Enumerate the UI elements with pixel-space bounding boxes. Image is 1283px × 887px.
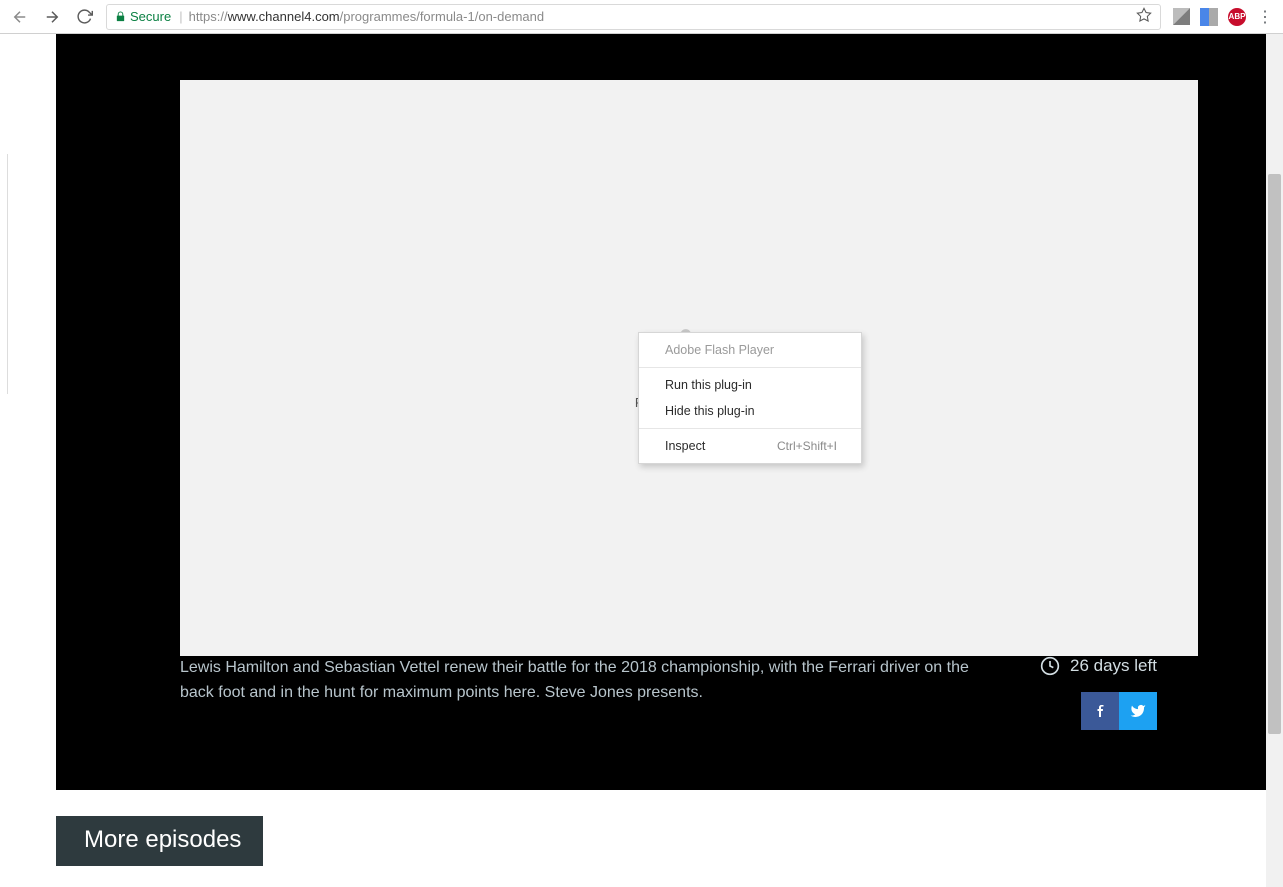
scrollbar-thumb[interactable] xyxy=(1268,174,1281,734)
social-buttons xyxy=(1081,692,1157,730)
arrow-right-icon xyxy=(43,8,61,26)
description-row: Lewis Hamilton and Sebastian Vettel rene… xyxy=(180,656,1198,730)
context-menu-run-plugin[interactable]: Run this plug-in xyxy=(639,372,861,398)
arrow-left-icon xyxy=(11,8,29,26)
forward-button[interactable] xyxy=(38,3,66,31)
secure-indicator: Secure | xyxy=(115,9,183,24)
abp-icon: ABP xyxy=(1228,8,1246,26)
context-menu-hide-plugin[interactable]: Hide this plug-in xyxy=(639,398,861,424)
more-episodes-header: More episodes xyxy=(56,816,263,866)
page-content: Right-click to run A Lewis Hamilton and … xyxy=(0,34,1266,887)
left-edge-sliver xyxy=(0,34,12,887)
facebook-icon xyxy=(1094,701,1106,721)
lock-icon xyxy=(115,10,126,23)
address-bar[interactable]: Secure | https://www.channel4.com/progra… xyxy=(106,4,1161,30)
share-twitter-button[interactable] xyxy=(1119,692,1157,730)
twitter-icon xyxy=(1128,703,1148,719)
days-left: 26 days left xyxy=(1040,656,1157,676)
share-facebook-button[interactable] xyxy=(1081,692,1119,730)
url-text: https://www.channel4.com/programmes/form… xyxy=(189,9,545,24)
context-menu-inspect[interactable]: Inspect Ctrl+Shift+I xyxy=(639,433,861,459)
extension-abp-icon[interactable]: ABP xyxy=(1227,7,1247,27)
reload-button[interactable] xyxy=(70,3,98,31)
episode-description: Lewis Hamilton and Sebastian Vettel rene… xyxy=(180,656,1000,706)
extension-translate-icon[interactable] xyxy=(1199,7,1219,27)
dots-vertical-icon: ⋮ xyxy=(1257,7,1273,27)
back-button[interactable] xyxy=(6,3,34,31)
menu-button[interactable]: ⋮ xyxy=(1255,7,1275,27)
greyscale-icon xyxy=(1173,8,1190,25)
page-scrollbar[interactable] xyxy=(1266,34,1283,887)
context-menu: Adobe Flash Player Run this plug-in Hide… xyxy=(638,332,862,464)
days-left-label: 26 days left xyxy=(1070,656,1157,676)
star-icon xyxy=(1136,7,1152,23)
browser-toolbar: Secure | https://www.channel4.com/progra… xyxy=(0,0,1283,34)
clock-icon xyxy=(1040,656,1060,676)
secure-label: Secure xyxy=(130,9,171,24)
bookmark-button[interactable] xyxy=(1136,7,1152,26)
reload-icon xyxy=(76,8,93,25)
translate-icon xyxy=(1200,8,1218,26)
right-column: 26 days left xyxy=(1040,656,1157,730)
context-menu-header: Adobe Flash Player xyxy=(639,337,861,363)
extension-grayscale-icon[interactable] xyxy=(1171,7,1191,27)
